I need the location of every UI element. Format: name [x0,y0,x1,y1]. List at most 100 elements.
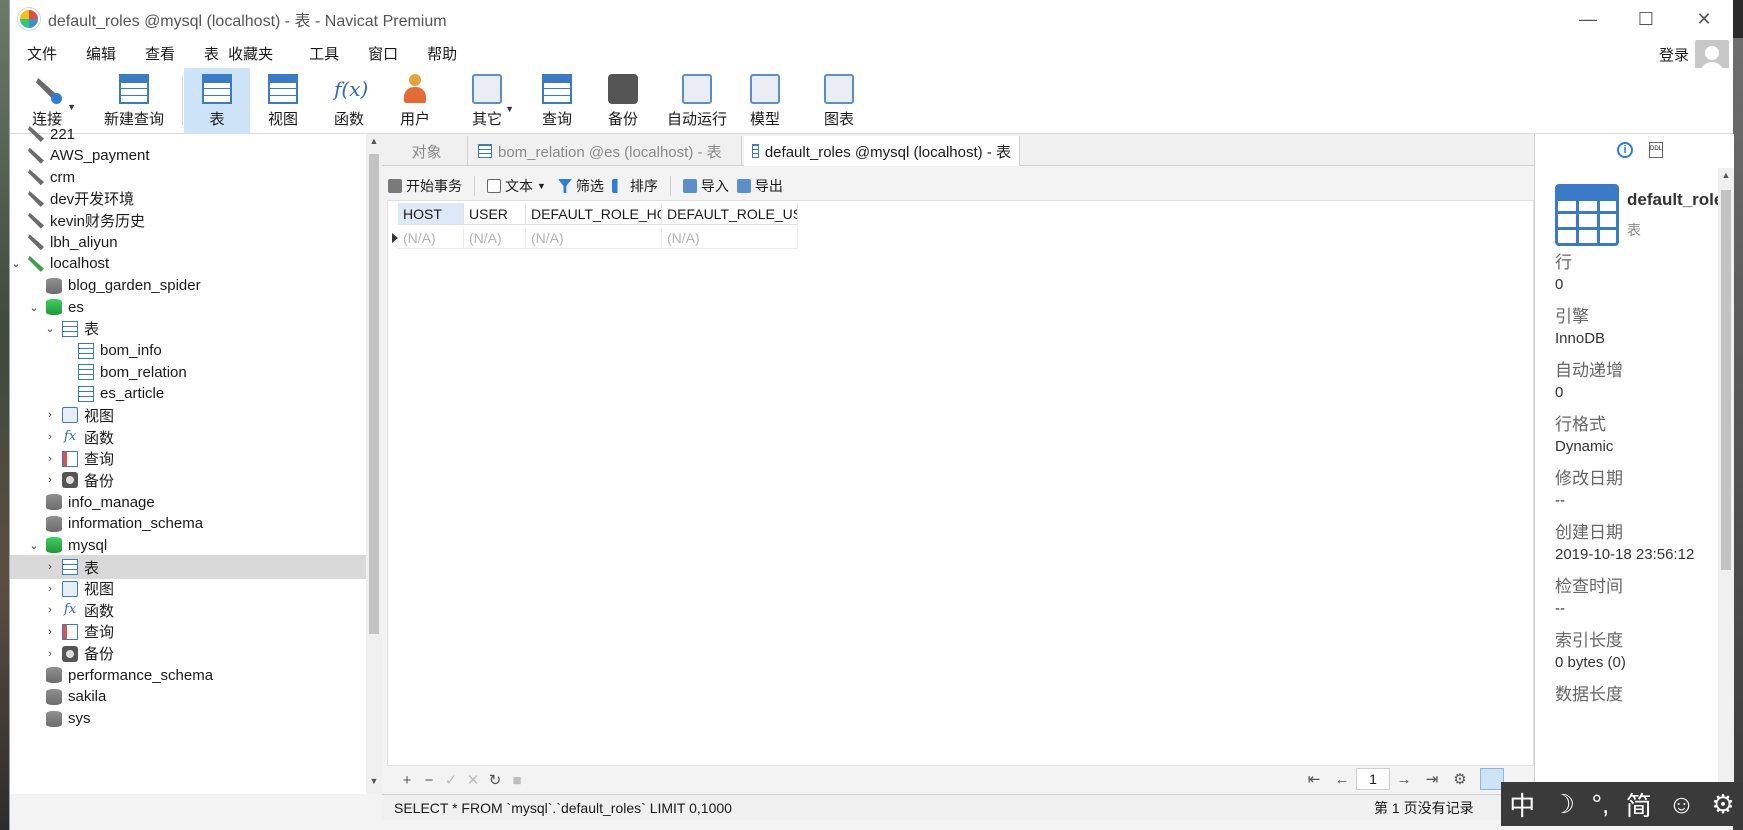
menu-favorites[interactable]: 收藏夹 [226,43,285,64]
info-icon[interactable]: i [1617,142,1633,158]
begin-transaction-button[interactable]: 开始事务 [388,176,462,196]
ime-settings-icon[interactable]: ⚙ [1711,789,1734,820]
chevron-down-icon[interactable]: ⌄ [10,257,22,270]
emoji-icon[interactable]: ☺ [1668,789,1695,820]
query-button[interactable]: 查询 [524,68,590,134]
ddl-icon[interactable]: DDL [1649,142,1663,158]
tree-item[interactable]: ⌄ 表 [10,317,366,341]
column-header-user[interactable]: USER [464,203,526,225]
import-button[interactable]: 导入 [682,176,729,196]
tree-item[interactable]: › 备份 [10,468,366,492]
tree-item[interactable]: performance_schema [10,663,366,687]
info-panel-scrollbar[interactable]: ▲ [1718,168,1734,794]
tree-item[interactable]: information_schema [10,512,366,536]
chevron-right-icon[interactable]: › [44,431,56,443]
chevron-right-icon[interactable]: › [44,604,56,616]
menu-file[interactable]: 文件 [15,43,69,64]
text-button[interactable]: 文本 ▼ [487,176,546,196]
filter-button[interactable]: 筛选 [557,176,604,196]
punctuation-icon[interactable]: °, [1592,789,1610,820]
column-header-default-role-host[interactable]: DEFAULT_ROLE_HOST [526,203,662,225]
auto-run-button[interactable]: 自动运行 [654,68,740,134]
data-grid[interactable]: HOST USER DEFAULT_ROLE_HOST DEFAULT_ROLE… [387,200,1534,766]
ime-chinese-mode[interactable]: 中 [1509,786,1535,823]
tree-item[interactable]: kevin财务历史 [10,209,366,233]
info-scroll-thumb[interactable] [1721,190,1731,570]
chevron-down-icon[interactable]: ⌄ [28,539,40,552]
tree-item[interactable]: ⌄ mysql [10,533,366,557]
menu-help[interactable]: 帮助 [415,43,469,64]
first-page-icon[interactable]: ⇤ [1300,770,1328,788]
scroll-up-icon[interactable]: ▲ [1718,170,1734,180]
column-header-default-role-user[interactable]: DEFAULT_ROLE_USER [662,203,798,225]
delete-record-icon[interactable]: − [418,772,440,789]
close-icon[interactable]: ✕ [1675,0,1733,38]
last-page-icon[interactable]: ⇥ [1418,770,1446,788]
maximize-icon[interactable]: ☐ [1617,0,1675,38]
tree-item[interactable]: bom_info [10,339,366,363]
tree-item[interactable]: AWS_payment [10,144,366,168]
backup-button[interactable]: 备份 [590,68,656,134]
tree-item[interactable]: › fx 函数 [10,598,366,622]
tree-item[interactable]: 221 [10,122,366,146]
other-button[interactable]: ▼ 其它 [454,68,520,134]
tree-item[interactable]: › 备份 [10,642,366,666]
tree-item[interactable]: › 查询 [10,447,366,471]
tree-item[interactable]: › fx 函数 [10,425,366,449]
grid-cell[interactable]: (N/A) [662,227,798,249]
apply-changes-icon[interactable]: ✓ [440,771,462,789]
moon-icon[interactable]: ☽ [1552,789,1575,820]
tree-item[interactable]: › 视图 [10,577,366,601]
chevron-right-icon[interactable]: › [44,561,56,573]
chevron-right-icon[interactable]: › [44,648,56,660]
menu-view[interactable]: 查看 [133,43,187,64]
tab-objects[interactable]: 对象 [386,136,468,166]
sort-button[interactable]: 排序 [611,176,658,196]
export-button[interactable]: 导出 [736,176,783,196]
menu-table[interactable]: 表 [192,43,221,64]
tree-item[interactable]: bom_relation [10,360,366,384]
tree-item[interactable]: blog_garden_spider [10,274,366,298]
chevron-down-icon[interactable]: ⌄ [28,301,40,314]
tree-item[interactable]: info_manage [10,490,366,514]
chart-button[interactable]: 图表 [806,68,872,134]
menu-edit[interactable]: 编辑 [74,43,128,64]
settings-icon[interactable]: ⚙ [1446,770,1474,788]
ime-simplified-mode[interactable]: 简 [1626,786,1652,823]
grid-cell[interactable]: (N/A) [464,227,526,249]
add-record-icon[interactable]: + [396,772,418,789]
model-button[interactable]: 模型 [732,68,798,134]
menu-tools[interactable]: 工具 [297,43,351,64]
tree-item[interactable]: ⌄ es [10,295,366,319]
chevron-right-icon[interactable]: › [44,626,56,638]
scroll-down-icon[interactable]: ▼ [366,776,382,792]
chevron-down-icon[interactable]: ⌄ [44,322,56,335]
tree-item[interactable]: sys [10,707,366,731]
tree-item[interactable]: dev开发环境 [10,187,366,211]
tree-item[interactable]: sakila [10,685,366,709]
minimize-icon[interactable]: — [1559,0,1617,38]
tree-scrollbar[interactable]: ▲ ▼ [366,134,382,794]
login-link[interactable]: 登录 [1659,44,1689,65]
tree-item[interactable]: es_article [10,382,366,406]
chevron-right-icon[interactable]: › [44,453,56,465]
page-number-input[interactable]: 1 [1356,768,1390,790]
tab-bom-relation[interactable]: bom_relation @es (localhost) - 表 [470,136,742,166]
next-page-icon[interactable]: → [1390,771,1418,788]
column-header-host[interactable]: HOST [398,203,464,225]
tree-item[interactable]: › 表 [10,555,366,579]
chevron-right-icon[interactable]: › [44,583,56,595]
refresh-icon[interactable]: ↻ [484,771,506,789]
chevron-right-icon[interactable]: › [44,409,56,421]
tree-item[interactable]: crm [10,165,366,189]
tab-default-roles[interactable]: default_roles @mysql (localhost) - 表 [744,136,1020,166]
user-button[interactable]: 用户 [382,68,448,134]
tree-item[interactable]: lbh_aliyun [10,230,366,254]
tree-scroll-thumb[interactable] [369,154,379,634]
prev-page-icon[interactable]: ← [1328,771,1356,788]
scroll-up-icon[interactable]: ▲ [366,136,382,152]
tree-item[interactable]: ⌄ localhost [10,252,366,276]
stop-icon[interactable]: ■ [506,772,528,789]
grid-cell[interactable]: (N/A) [398,227,464,249]
tree-item[interactable]: › 视图 [10,403,366,427]
